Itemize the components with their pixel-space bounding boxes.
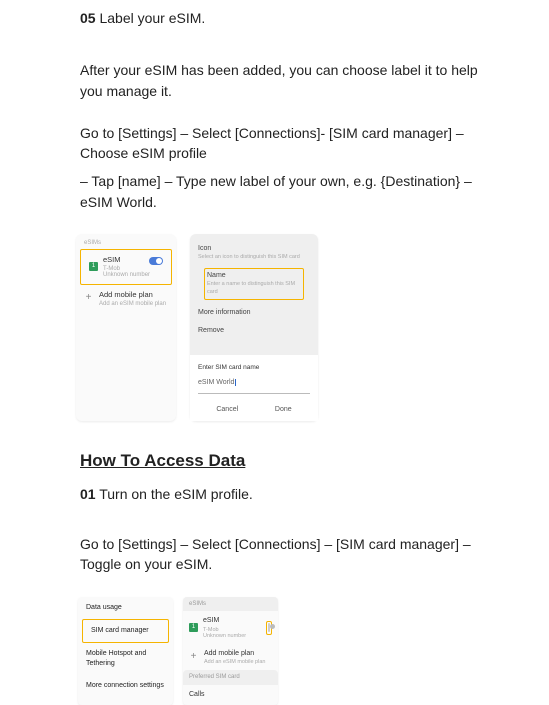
screenshot-label-esim: eSIMs 1 eSIM T-Mob Unknown number + Add … [76, 234, 480, 421]
step-01-heading: 01 Turn on the eSIM profile. [80, 484, 480, 504]
step-05-intro: After your eSIM has been added, you can … [80, 60, 480, 101]
sim-badge-icon: 1 [89, 262, 98, 271]
esim-detail-card: Icon Select an icon to distinguish this … [190, 234, 318, 421]
connections-card: Data usage SIM card manager Mobile Hotsp… [78, 597, 173, 705]
done-button: Done [275, 405, 292, 415]
add-mobile-plan-row-2: + Add mobile plan Add an eSIM mobile pla… [183, 644, 278, 670]
plus-icon: + [84, 291, 93, 306]
step-05-path-cont: – Tap [name] – Type new label of your ow… [80, 171, 480, 212]
plus-icon: + [189, 650, 198, 665]
sim-card-manager-row: SIM card manager [82, 619, 169, 643]
sim-manager-card: eSIMs 1 eSIM T-Mob Unknown number + Add … [76, 234, 176, 421]
name-field-highlight: Name Enter a name to distinguish this SI… [204, 268, 304, 300]
rename-dialog: Enter SIM card name eSIM World Cancel Do… [190, 347, 318, 422]
add-mobile-plan-row: + Add mobile plan Add an eSIM mobile pla… [76, 285, 176, 312]
screenshot-toggle-esim: Data usage SIM card manager Mobile Hotsp… [78, 597, 480, 705]
cancel-button: Cancel [216, 405, 238, 415]
esim-row-2: 1 eSIM T-Mob Unknown number [183, 611, 278, 643]
esim-toggle-off-icon [268, 623, 270, 632]
sim-manager-card-2: eSIMs 1 eSIM T-Mob Unknown number + Add … [183, 597, 278, 705]
section-access-data: How To Access Data [80, 449, 480, 474]
sim-badge-icon: 1 [189, 623, 198, 632]
esim-toggle-highlight [266, 621, 272, 635]
step-05-heading: 05 Label your eSIM. [80, 8, 480, 28]
esim-row: 1 eSIM T-Mob Unknown number [80, 249, 172, 285]
step-05-path: Go to [Settings] – Select [Connections]-… [80, 123, 480, 164]
step-01-path: Go to [Settings] – Select [Connections] … [80, 534, 480, 575]
esim-toggle-on-icon [149, 257, 163, 265]
sim-name-input: eSIM World [198, 375, 310, 394]
